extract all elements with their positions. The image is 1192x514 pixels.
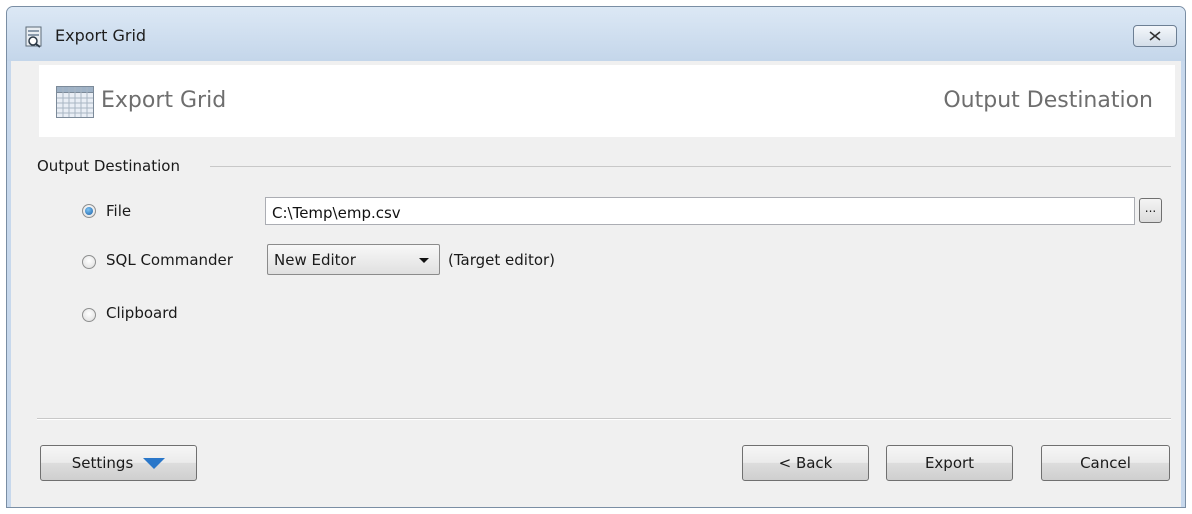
chevron-down-icon: [419, 258, 429, 263]
sql-commander-radio-label[interactable]: SQL Commander: [106, 251, 233, 269]
grid-icon: [56, 86, 94, 118]
wizard-banner: Export Grid Output Destination: [39, 65, 1175, 137]
file-radio[interactable]: [82, 204, 96, 218]
browse-button[interactable]: ...: [1139, 198, 1162, 223]
app-icon: [25, 26, 42, 48]
target-editor-hint: (Target editor): [448, 251, 556, 269]
close-icon: [1149, 31, 1161, 41]
title-bar[interactable]: Export Grid: [7, 7, 1185, 61]
output-destination-group-label: Output Destination: [37, 157, 180, 175]
export-grid-dialog: Export Grid Export Grid Output Destinati…: [6, 6, 1186, 508]
file-radio-label[interactable]: File: [106, 202, 131, 220]
group-divider: [210, 166, 1171, 167]
clipboard-radio-label[interactable]: Clipboard: [106, 304, 178, 322]
window-title: Export Grid: [55, 26, 147, 45]
target-editor-select[interactable]: New Editor: [267, 244, 440, 275]
footer-divider: [37, 418, 1171, 420]
target-editor-value: New Editor: [274, 251, 356, 269]
export-button[interactable]: Export: [886, 445, 1013, 481]
back-button[interactable]: < Back: [742, 445, 869, 481]
file-path-input[interactable]: [265, 197, 1135, 225]
banner-subtitle: Output Destination: [943, 88, 1153, 113]
settings-button-label: Settings: [71, 454, 134, 472]
triangle-down-icon: [143, 457, 166, 469]
dialog-body: Export Grid Output Destination Output De…: [11, 61, 1181, 507]
settings-button[interactable]: Settings: [40, 445, 197, 481]
cancel-button[interactable]: Cancel: [1041, 445, 1170, 481]
sql-commander-radio[interactable]: [82, 255, 96, 269]
close-button[interactable]: [1133, 25, 1177, 47]
clipboard-radio[interactable]: [82, 308, 96, 322]
banner-title: Export Grid: [101, 88, 227, 113]
